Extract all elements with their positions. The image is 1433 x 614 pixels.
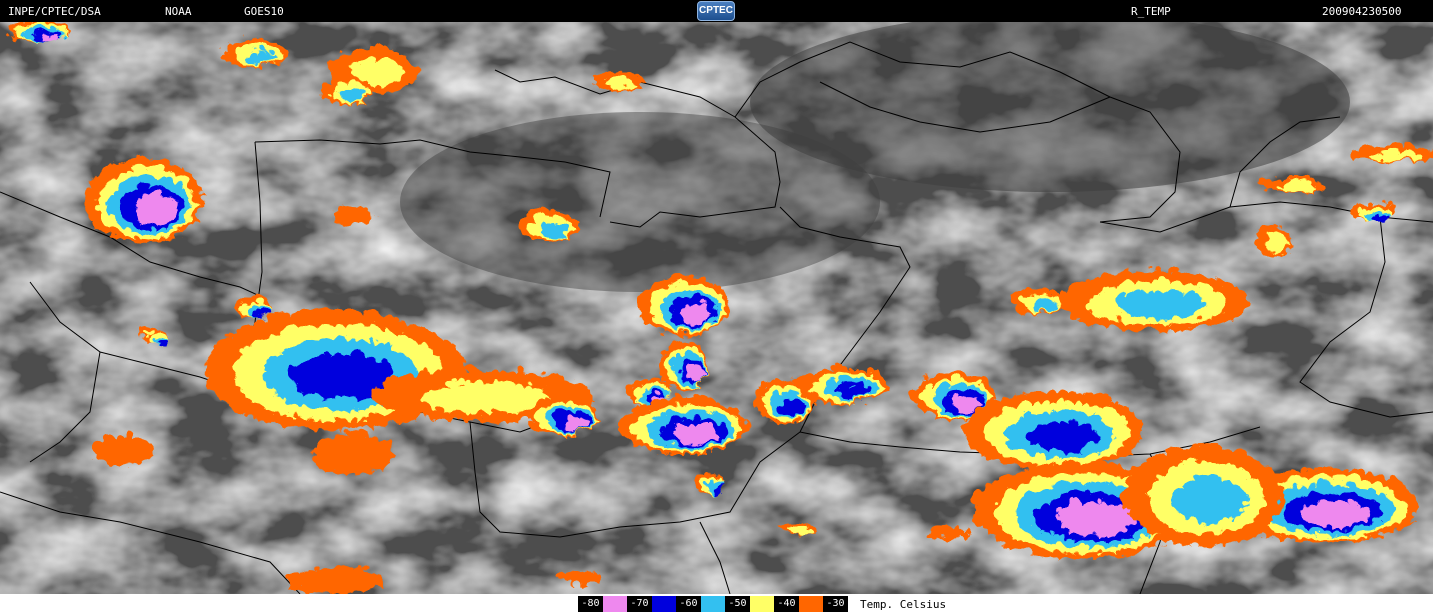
storm-band — [777, 394, 801, 412]
legend-label: -50 — [725, 596, 750, 612]
product-label: R_TEMP — [1131, 5, 1171, 18]
storm-band — [555, 566, 595, 582]
logo-text: CPTEC — [699, 5, 733, 16]
storm-band — [1369, 210, 1389, 218]
storm-band — [243, 47, 273, 61]
storm-band — [947, 391, 977, 409]
legend-swatch-minus50 — [750, 596, 774, 612]
storm-band — [925, 522, 965, 538]
storm-band — [1023, 417, 1095, 449]
storm-band — [1029, 294, 1053, 308]
cptec-logo: CPTEC — [697, 1, 735, 21]
legend-swatch-minus80 — [603, 596, 627, 612]
storm-band — [537, 218, 565, 234]
legend-swatch-minus70 — [652, 596, 676, 612]
storm-band — [36, 30, 58, 40]
image-header-bar: INPE/CPTEC/DSA NOAA GOES10 CPTEC R_TEMP … — [0, 0, 1433, 22]
timestamp-label: 200904230500 — [1322, 5, 1402, 18]
storm-band — [1262, 229, 1284, 249]
satellite-label: GOES10 — [244, 5, 284, 18]
storm-band — [603, 73, 633, 85]
storm-band — [831, 380, 867, 396]
storm-band — [1111, 287, 1201, 315]
legend-label: -60 — [676, 596, 701, 612]
legend-label: -70 — [627, 596, 652, 612]
storm-band — [339, 84, 363, 98]
storm-band — [328, 202, 372, 222]
satellite-temperature-map — [0, 22, 1433, 594]
storm-band — [708, 481, 720, 491]
storm-band — [1366, 147, 1420, 157]
clear-region — [400, 112, 880, 292]
storm-band — [310, 430, 390, 470]
storm-band — [251, 306, 267, 314]
storm-band — [786, 523, 810, 531]
storm-band — [90, 432, 150, 462]
legend-label: -80 — [578, 596, 603, 612]
storm-band — [280, 563, 380, 591]
storm-band — [130, 189, 174, 221]
storm-band — [559, 412, 585, 428]
storm-band — [683, 361, 701, 379]
legend-strip: -80 -70 -60 -50 -40 -30 — [578, 596, 848, 612]
storm-band — [668, 419, 716, 441]
legend-label: -30 — [823, 596, 848, 612]
source-label: INPE/CPTEC/DSA — [8, 5, 101, 18]
temperature-legend: -80 -70 -60 -50 -40 -30 Temp. Celsius — [0, 594, 1433, 614]
storm-band — [675, 299, 709, 321]
storm-band — [154, 335, 164, 341]
storm-band — [1052, 497, 1132, 533]
storm-band — [1168, 472, 1244, 520]
agency-label: NOAA — [165, 5, 192, 18]
legend-swatch-minus40 — [799, 596, 823, 612]
storm-band — [1275, 179, 1311, 189]
storm-band — [1297, 496, 1367, 524]
legend-swatch-minus60 — [701, 596, 725, 612]
legend-unit-label: Temp. Celsius — [860, 598, 947, 611]
legend-label: -40 — [774, 596, 799, 612]
